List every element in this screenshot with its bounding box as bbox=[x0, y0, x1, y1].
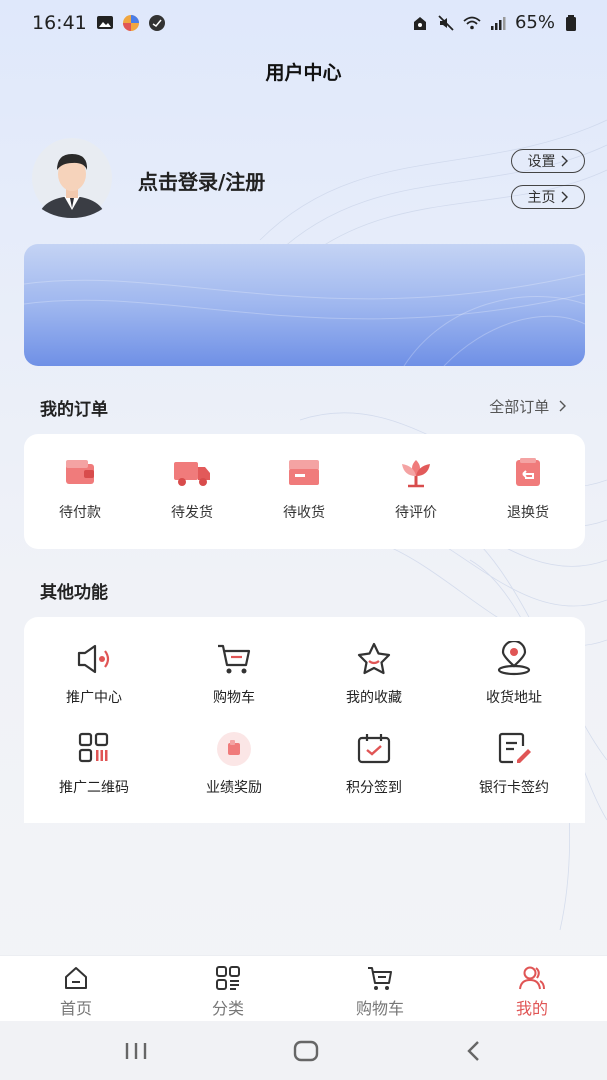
orders-card: 待付款 待发货 待收货 待评价 退换货 bbox=[24, 434, 585, 549]
location-icon bbox=[497, 641, 531, 676]
func-label: 我的收藏 bbox=[346, 690, 402, 706]
status-time: 16:41 bbox=[32, 12, 87, 34]
speaker-icon bbox=[77, 644, 110, 674]
tab-category[interactable]: 分类 bbox=[178, 964, 278, 1019]
func-shipping-address[interactable]: 收货地址 bbox=[449, 641, 579, 707]
functions-section-title: 其他功能 bbox=[40, 583, 108, 603]
qrcode-icon bbox=[78, 732, 109, 763]
func-label: 积分签到 bbox=[346, 780, 402, 796]
order-return-exchange[interactable]: 退换货 bbox=[483, 456, 573, 522]
order-pending-shipment[interactable]: 待发货 bbox=[147, 456, 237, 522]
box-icon bbox=[289, 460, 319, 485]
bottom-tab-bar: 首页 分类 购物车 我的 bbox=[0, 955, 607, 1022]
settings-label: 设置 bbox=[527, 154, 556, 170]
chevron-right-icon bbox=[561, 155, 568, 167]
func-promo-qrcode[interactable]: 推广二维码 bbox=[29, 731, 159, 797]
system-nav-bar bbox=[0, 1021, 607, 1080]
back-icon[interactable] bbox=[464, 1039, 484, 1063]
mute-icon bbox=[438, 14, 454, 31]
tab-label: 首页 bbox=[59, 999, 92, 1018]
reward-icon bbox=[217, 732, 251, 766]
star-icon bbox=[357, 642, 391, 675]
func-label: 银行卡签约 bbox=[479, 780, 549, 796]
order-label: 待发货 bbox=[171, 505, 213, 521]
tab-mine[interactable]: 我的 bbox=[482, 964, 582, 1019]
func-label: 收货地址 bbox=[486, 690, 542, 706]
func-bankcard-signing[interactable]: 银行卡签约 bbox=[449, 731, 579, 797]
order-label: 待收货 bbox=[283, 505, 325, 521]
banner[interactable] bbox=[24, 244, 585, 366]
cart-icon bbox=[368, 967, 392, 990]
tab-label: 购物车 bbox=[355, 999, 404, 1018]
func-promotion-center[interactable]: 推广中心 bbox=[29, 641, 159, 707]
order-label: 待评价 bbox=[395, 505, 437, 521]
battery-percent: 65% bbox=[514, 12, 555, 33]
func-label: 购物车 bbox=[213, 690, 255, 706]
flower-icon bbox=[402, 460, 430, 488]
lock-home-icon bbox=[413, 16, 426, 30]
battery-icon bbox=[566, 14, 576, 31]
tab-cart[interactable]: 购物车 bbox=[330, 964, 430, 1019]
avatar-person-icon bbox=[32, 138, 112, 218]
home-page-button[interactable]: 主页 bbox=[511, 185, 585, 209]
all-orders-label: 全部订单 bbox=[489, 398, 550, 416]
wifi-icon bbox=[463, 16, 481, 29]
home-icon bbox=[65, 967, 87, 989]
tab-home[interactable]: 首页 bbox=[26, 964, 126, 1019]
order-pending-review[interactable]: 待评价 bbox=[371, 456, 461, 522]
cart-icon bbox=[218, 644, 251, 674]
func-favorites[interactable]: 我的收藏 bbox=[309, 641, 439, 707]
settings-button[interactable]: 设置 bbox=[511, 149, 585, 173]
app-color-icon bbox=[123, 15, 139, 31]
all-orders-link[interactable]: 全部订单 bbox=[489, 396, 567, 417]
order-label: 退换货 bbox=[507, 505, 549, 521]
gallery-icon bbox=[97, 16, 113, 29]
banner-wave-pattern bbox=[24, 273, 585, 366]
functions-card: 推广中心 购物车 我的收藏 收货地址 推广二维码 业绩奖励 积分签到 银行卡签约 bbox=[24, 617, 585, 823]
recent-apps-icon[interactable] bbox=[124, 1041, 148, 1061]
wallet-icon bbox=[66, 460, 94, 484]
status-bar: 16:41 65% bbox=[0, 0, 607, 48]
return-icon bbox=[516, 458, 540, 486]
home-nav-icon[interactable] bbox=[292, 1039, 320, 1063]
calendar-check-icon bbox=[357, 734, 391, 764]
user-icon bbox=[519, 966, 545, 990]
status-right-icons: 65% bbox=[411, 12, 581, 33]
sign-icon bbox=[498, 732, 531, 764]
signal-icon bbox=[490, 16, 506, 30]
truck-icon bbox=[174, 462, 210, 486]
page-title: 用户中心 bbox=[265, 62, 342, 84]
category-icon bbox=[216, 966, 240, 990]
func-label: 推广二维码 bbox=[59, 780, 129, 796]
tab-label: 分类 bbox=[211, 999, 244, 1018]
app-dark-icon bbox=[149, 15, 165, 31]
order-pending-receipt[interactable]: 待收货 bbox=[259, 456, 349, 522]
home-label: 主页 bbox=[527, 190, 556, 206]
chevron-right-icon bbox=[561, 191, 568, 203]
orders-section-title: 我的订单 bbox=[40, 400, 108, 420]
tab-label: 我的 bbox=[515, 999, 548, 1018]
func-points-checkin[interactable]: 积分签到 bbox=[309, 731, 439, 797]
login-register-link[interactable]: 点击登录/注册 bbox=[138, 166, 265, 195]
chevron-right-icon bbox=[559, 400, 566, 412]
order-label: 待付款 bbox=[59, 505, 101, 521]
status-left-icons bbox=[96, 14, 166, 32]
avatar[interactable] bbox=[24, 138, 120, 218]
func-label: 推广中心 bbox=[66, 690, 122, 706]
func-cart[interactable]: 购物车 bbox=[169, 641, 299, 707]
func-label: 业绩奖励 bbox=[206, 780, 262, 796]
func-performance-reward[interactable]: 业绩奖励 bbox=[169, 731, 299, 797]
order-pending-payment[interactable]: 待付款 bbox=[35, 456, 125, 522]
